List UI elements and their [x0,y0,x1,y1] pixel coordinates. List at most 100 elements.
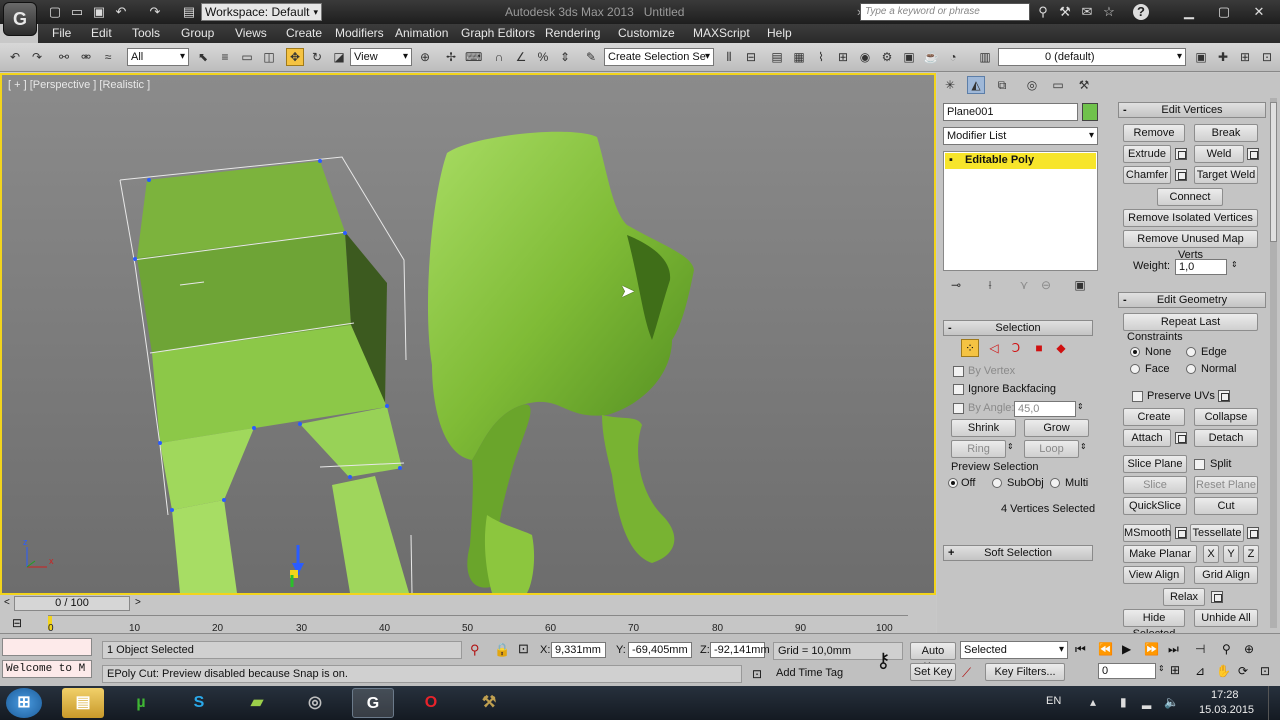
maxscript-listener[interactable]: Welcome to M [2,660,92,678]
reference-coordinate-dropdown[interactable]: View [350,48,412,66]
menu-views[interactable]: Views [235,26,267,40]
isolate-selection-icon[interactable]: ⚲ [470,642,480,658]
scrollbar-thumb[interactable] [1270,102,1277,242]
maxscript-mini-listener[interactable] [2,638,92,656]
menu-rendering[interactable]: Rendering [545,26,600,40]
slice-plane-button[interactable]: Slice Plane [1123,455,1187,473]
preserve-uvs-checkbox[interactable] [1132,391,1143,402]
open-file-icon[interactable]: ▭ [68,3,86,21]
create-tab-icon[interactable]: ✳ [941,76,959,94]
render-production-icon[interactable]: ☕ [922,48,940,66]
zoom-icon[interactable]: ⚲ [1222,642,1231,656]
constraint-edge-radio[interactable] [1186,347,1196,357]
hide-selected-button[interactable]: Hide Selected [1123,609,1185,640]
favorites-star-icon[interactable]: ☆ [1100,3,1118,21]
set-key-button[interactable]: Set Key [910,663,956,681]
detach-button[interactable]: Detach [1194,429,1258,447]
shrink-button[interactable]: Shrink [951,419,1016,437]
attach-settings-icon[interactable] [1175,432,1187,444]
redo-icon[interactable]: ↷ [28,48,46,66]
expand-icon[interactable]: ▪ [949,154,953,166]
current-frame-field[interactable]: 0 [1098,663,1156,679]
network-icon[interactable]: ▮ [1120,695,1127,709]
app-logo[interactable]: G [3,2,37,36]
layer-properties-icon[interactable]: ⊡ [1258,48,1276,66]
constraint-none-radio[interactable] [1130,347,1140,357]
rendered-frame-icon[interactable]: ▣ [900,48,918,66]
constraint-normal-radio[interactable] [1186,364,1196,374]
search-input[interactable]: Type a keyword or phrase [860,3,1030,21]
undo-icon[interactable]: ↶ [112,3,130,21]
go-to-end-icon[interactable]: ⏭ [1168,642,1179,657]
select-and-scale-icon[interactable]: ◪ [330,48,348,66]
split-checkbox[interactable] [1194,459,1205,470]
opera-browser-icon[interactable]: O [410,688,452,718]
window-crossing-icon[interactable]: ◫ [260,48,278,66]
media-app-icon[interactable]: ◎ [294,688,336,718]
link-icon[interactable]: ⚯ [55,48,73,66]
redo-icon[interactable]: ↷ [146,3,164,21]
chamfer-button[interactable]: Chamfer [1123,166,1171,184]
previous-key-icon[interactable]: ⏪ [1098,642,1113,656]
select-object-icon[interactable]: ⬉ [194,48,212,66]
repeat-last-button[interactable]: Repeat Last [1123,313,1258,331]
menu-modifiers[interactable]: Modifiers [335,26,384,40]
subscription-icon[interactable]: ⚒ [1056,3,1074,21]
menu-tools[interactable]: Tools [132,26,160,40]
edit-geometry-rollout-header[interactable]: - Edit Geometry [1118,292,1266,308]
cut-button[interactable]: Cut [1194,497,1258,515]
z-coordinate-field[interactable]: -92,141mm [710,642,770,658]
select-and-move-icon[interactable]: ✥ [286,48,304,66]
transform-gizmo[interactable] [290,545,304,587]
edit-named-selection-icon[interactable]: ✎ [582,48,600,66]
key-mode-dropdown[interactable]: Selected [960,641,1068,659]
object-color-swatch[interactable] [1082,103,1098,121]
undo-icon[interactable]: ↶ [6,48,24,66]
help-icon[interactable]: ? [1133,4,1149,20]
timeline-ruler[interactable] [48,615,908,631]
close-icon[interactable]: ✕ [1250,3,1268,21]
break-button[interactable]: Break [1194,124,1258,142]
tessellate-settings-icon[interactable] [1247,527,1259,539]
spinner-arrows-icon[interactable]: ⇕ [1077,402,1084,411]
schematic-view-icon[interactable]: ⊞ [834,48,852,66]
element-mode-icon[interactable]: ◆ [1052,339,1070,357]
loop-spinner-icon[interactable]: ⇕ [1080,442,1087,451]
remove-modifier-icon[interactable]: ⊖ [1037,276,1055,294]
menu-help[interactable]: Help [767,26,792,40]
layer-manager-icon[interactable]: ▤ [768,48,786,66]
tray-arrow-icon[interactable]: ▴ [1090,695,1096,709]
chamfer-settings-icon[interactable] [1175,169,1187,181]
frame-spinner-icon[interactable]: ⇕ [1158,664,1165,673]
make-planar-button[interactable]: Make Planar [1123,545,1197,563]
render-setup-icon[interactable]: ⚙ [878,48,896,66]
weight-spinner[interactable]: 1,0 [1175,259,1227,275]
rectangular-selection-icon[interactable]: ▭ [238,48,256,66]
communication-center-icon[interactable]: ✉ [1078,3,1096,21]
key-mode-toggle-icon[interactable]: ⊣ [1195,642,1205,656]
preserve-uvs-settings-icon[interactable] [1218,390,1230,402]
make-unique-icon[interactable]: ⋎ [1015,276,1033,294]
workspace-dropdown[interactable]: Workspace: Default ▾ [201,3,322,21]
border-mode-icon[interactable]: Ↄ [1007,339,1025,357]
by-vertex-checkbox[interactable] [953,366,964,377]
pin-stack-icon[interactable]: ⊸ [947,276,965,294]
planar-y-button[interactable]: Y [1223,545,1239,563]
select-and-rotate-icon[interactable]: ↻ [308,48,326,66]
current-layer-dropdown[interactable]: 0 (default) [998,48,1186,66]
ring-button[interactable]: Ring [951,440,1006,458]
skype-icon[interactable]: S [178,688,220,718]
selection-rollout-header[interactable]: - Selection [943,320,1093,336]
time-configuration-icon[interactable]: ⊞ [1170,663,1180,677]
misc-app-icon[interactable]: ⚒ [468,688,510,718]
vertex-mode-icon[interactable]: ⁘ [961,339,979,357]
planar-z-button[interactable]: Z [1243,545,1259,563]
angle-snap-icon[interactable]: ∠ [512,48,530,66]
configure-modifier-sets-icon[interactable]: ▣ [1071,276,1089,294]
percent-snap-icon[interactable]: % [534,48,552,66]
menu-edit[interactable]: Edit [91,26,112,40]
remove-unused-map-verts-button[interactable]: Remove Unused Map Verts [1123,230,1258,261]
project-folder-icon[interactable]: ▤ [180,3,198,21]
slice-button[interactable]: Slice [1123,476,1187,494]
selection-filter-dropdown[interactable]: All [127,48,189,66]
